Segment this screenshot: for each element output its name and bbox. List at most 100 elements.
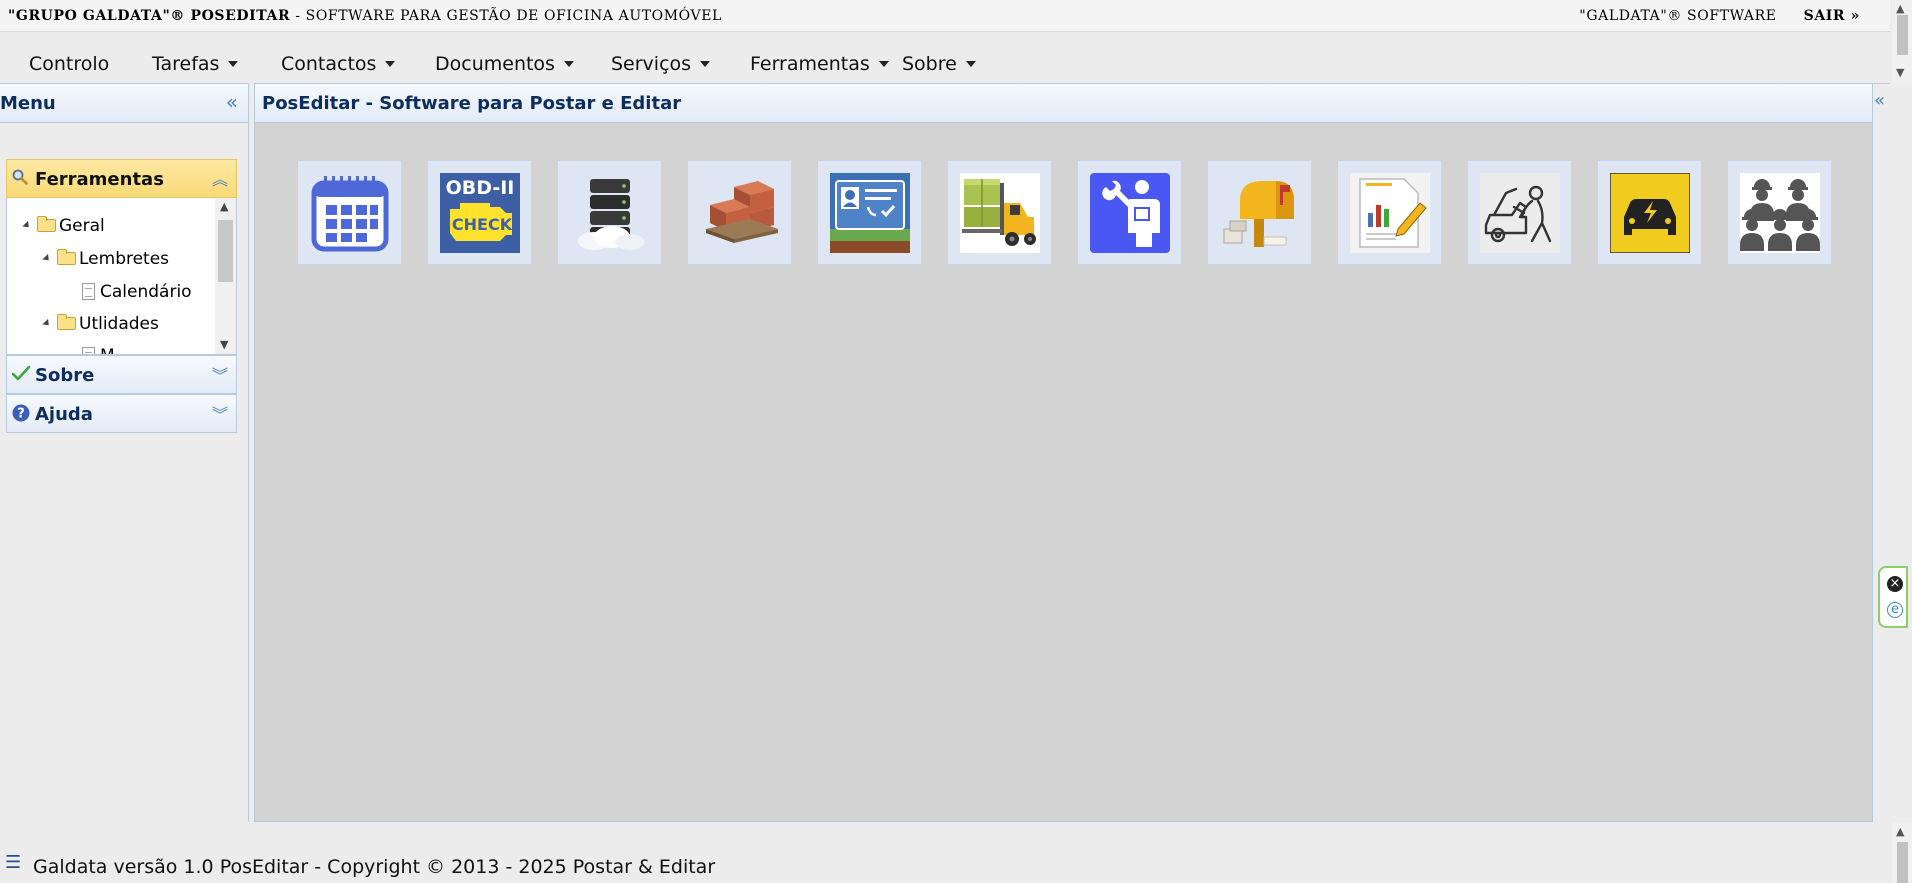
caret-down-icon — [878, 61, 889, 67]
app-title: "GRUPO GALDATA"® POSEDITAR - SOFTWARE PA… — [8, 8, 722, 24]
tree-node-utilidades[interactable]: Utlidades — [42, 314, 159, 334]
forklift-icon — [960, 173, 1040, 253]
tile-warehouse[interactable] — [947, 160, 1052, 265]
left-menu-panel: Menu « Ferramentas ︽ Geral Lembretes Cal… — [0, 83, 249, 822]
menu-contactos[interactable]: Contactos — [281, 53, 396, 75]
logout-link[interactable]: SAIR » — [1804, 8, 1860, 24]
tree-node-lembretes[interactable]: Lembretes — [42, 249, 169, 269]
folder-icon — [37, 216, 56, 232]
scrollbar-thumb[interactable] — [1897, 15, 1908, 55]
menu-tarefas[interactable]: Tarefas — [152, 53, 239, 75]
chevron-up-icon[interactable]: ︽ — [212, 166, 228, 190]
e-icon[interactable]: e — [1887, 602, 1903, 618]
tile-mechanic[interactable] — [1077, 160, 1182, 265]
section-sobre-label: Sobre — [35, 365, 95, 386]
tile-obd[interactable]: OBD-II CHECK — [427, 160, 532, 265]
tree-node-partial[interactable]: M... — [82, 346, 131, 354]
obd-check-engine-icon: OBD-II CHECK — [440, 173, 520, 253]
scroll-up-icon[interactable]: ▲ — [1896, 2, 1904, 15]
tile-cloud-server[interactable] — [557, 160, 662, 265]
scroll-up-icon[interactable]: ▲ — [220, 200, 228, 213]
scrollbar-thumb[interactable] — [1897, 842, 1908, 883]
menu-documentos[interactable]: Documentos — [435, 53, 574, 75]
vendor-name: "GALDATA"® SOFTWARE — [1579, 8, 1777, 24]
scroll-up-icon[interactable]: ▲ — [1896, 825, 1904, 838]
menu-servicos[interactable]: Serviços — [611, 53, 711, 75]
main-content-panel: PosEditar - Software para Postar e Edita… — [254, 83, 1873, 822]
tools-tree: Geral Lembretes Calendário Utlidades M..… — [6, 198, 237, 355]
tree-node-geral[interactable]: Geral — [22, 216, 105, 236]
help-icon: ? — [12, 404, 30, 427]
caret-down-icon — [228, 61, 239, 67]
report-chart-icon — [1350, 173, 1430, 253]
collapse-left-icon[interactable]: « — [226, 90, 238, 114]
section-ferramentas[interactable]: Ferramentas ︽ — [6, 159, 237, 198]
contact-card-icon — [830, 173, 910, 253]
tile-electric-car[interactable] — [1597, 160, 1702, 265]
workers-team-icon — [1740, 173, 1820, 253]
checkmark-icon — [11, 365, 31, 386]
scroll-down-icon[interactable]: ▼ — [220, 338, 228, 351]
accordion: Ferramentas ︽ Geral Lembretes Calendário… — [6, 159, 237, 433]
menu-controlo[interactable]: Controlo — [29, 53, 109, 75]
main-menu-bar: Controlo Tarefas Contactos Documentos Se… — [0, 33, 1890, 83]
section-sobre[interactable]: Sobre ︾ — [6, 355, 237, 394]
mailbox-icon — [1223, 181, 1294, 247]
electric-car-icon — [1610, 173, 1690, 253]
expand-right-icon[interactable]: « — [1874, 90, 1885, 111]
tree-node-calendario[interactable]: Calendário — [82, 282, 192, 302]
caret-down-icon — [385, 61, 396, 67]
scrollbar-thumb[interactable] — [218, 220, 233, 282]
top-bar: "GRUPO GALDATA"® POSEDITAR - SOFTWARE PA… — [0, 0, 1890, 32]
boxes-pallet-icon — [706, 181, 778, 243]
folder-icon — [57, 249, 76, 265]
tile-calendar[interactable] — [297, 160, 402, 265]
expand-arrow-icon[interactable] — [22, 220, 32, 231]
cloud-server-icon — [578, 179, 645, 250]
tree-scrollbar[interactable]: ▲ ▼ — [215, 198, 236, 354]
magnifier-icon — [12, 169, 28, 190]
scroll-down-icon[interactable]: ▼ — [1896, 66, 1904, 79]
calendar-icon — [311, 176, 389, 252]
left-panel-header: Menu « — [0, 84, 248, 123]
section-ajuda[interactable]: ? Ajuda ︾ — [6, 394, 237, 433]
menu-ferramentas[interactable]: Ferramentas — [750, 53, 889, 75]
chevron-down-icon[interactable]: ︾ — [212, 362, 228, 386]
expand-arrow-icon[interactable] — [42, 253, 52, 264]
tile-car-repair[interactable] — [1467, 160, 1572, 265]
main-panel-title: PosEditar - Software para Postar e Edita… — [262, 93, 682, 114]
side-widget: × e — [1878, 566, 1908, 628]
menu-sobre[interactable]: Sobre — [902, 53, 976, 75]
tile-reports[interactable] — [1337, 160, 1442, 265]
mechanic-manual-icon — [1090, 173, 1170, 253]
section-ferramentas-label: Ferramentas — [35, 169, 164, 190]
svg-text:CHECK: CHECK — [452, 215, 513, 234]
folder-icon — [57, 314, 76, 330]
app-subtitle: - SOFTWARE PARA GESTÃO DE OFICINA AUTOMÓ… — [290, 8, 722, 24]
tile-mail[interactable] — [1207, 160, 1312, 265]
svg-text:?: ? — [17, 407, 25, 422]
brand-name: "GRUPO GALDATA"® POSEDITAR — [8, 8, 291, 24]
footer: ☰ Galdata versão 1.0 PosEditar - Copyrig… — [0, 822, 1890, 883]
document-icon — [82, 283, 95, 300]
caret-down-icon — [965, 61, 976, 67]
caret-down-icon — [563, 61, 574, 67]
tile-team[interactable] — [1727, 160, 1832, 265]
chevron-down-icon[interactable]: ︾ — [212, 401, 228, 425]
tile-contacts[interactable] — [817, 160, 922, 265]
page-scrollbar[interactable]: ▲ ▼ — [1892, 0, 1912, 84]
page-scrollbar-bottom[interactable]: ▲ — [1892, 822, 1912, 883]
document-icon — [82, 347, 95, 354]
close-icon[interactable]: × — [1887, 576, 1903, 592]
footer-copyright: Galdata versão 1.0 PosEditar - Copyright… — [33, 856, 716, 878]
main-panel-header: PosEditar - Software para Postar e Edita… — [255, 84, 1872, 123]
tile-stock-boxes[interactable] — [687, 160, 792, 265]
car-repair-icon — [1480, 173, 1560, 253]
section-ajuda-label: Ajuda — [35, 404, 93, 425]
expand-arrow-icon[interactable] — [42, 318, 52, 329]
left-panel-title: Menu — [0, 93, 56, 114]
svg-text:OBD-II: OBD-II — [446, 177, 515, 199]
right-collapsed-panel: « — [1873, 83, 1890, 822]
caret-down-icon — [700, 61, 711, 67]
list-icon[interactable]: ☰ — [5, 852, 21, 873]
